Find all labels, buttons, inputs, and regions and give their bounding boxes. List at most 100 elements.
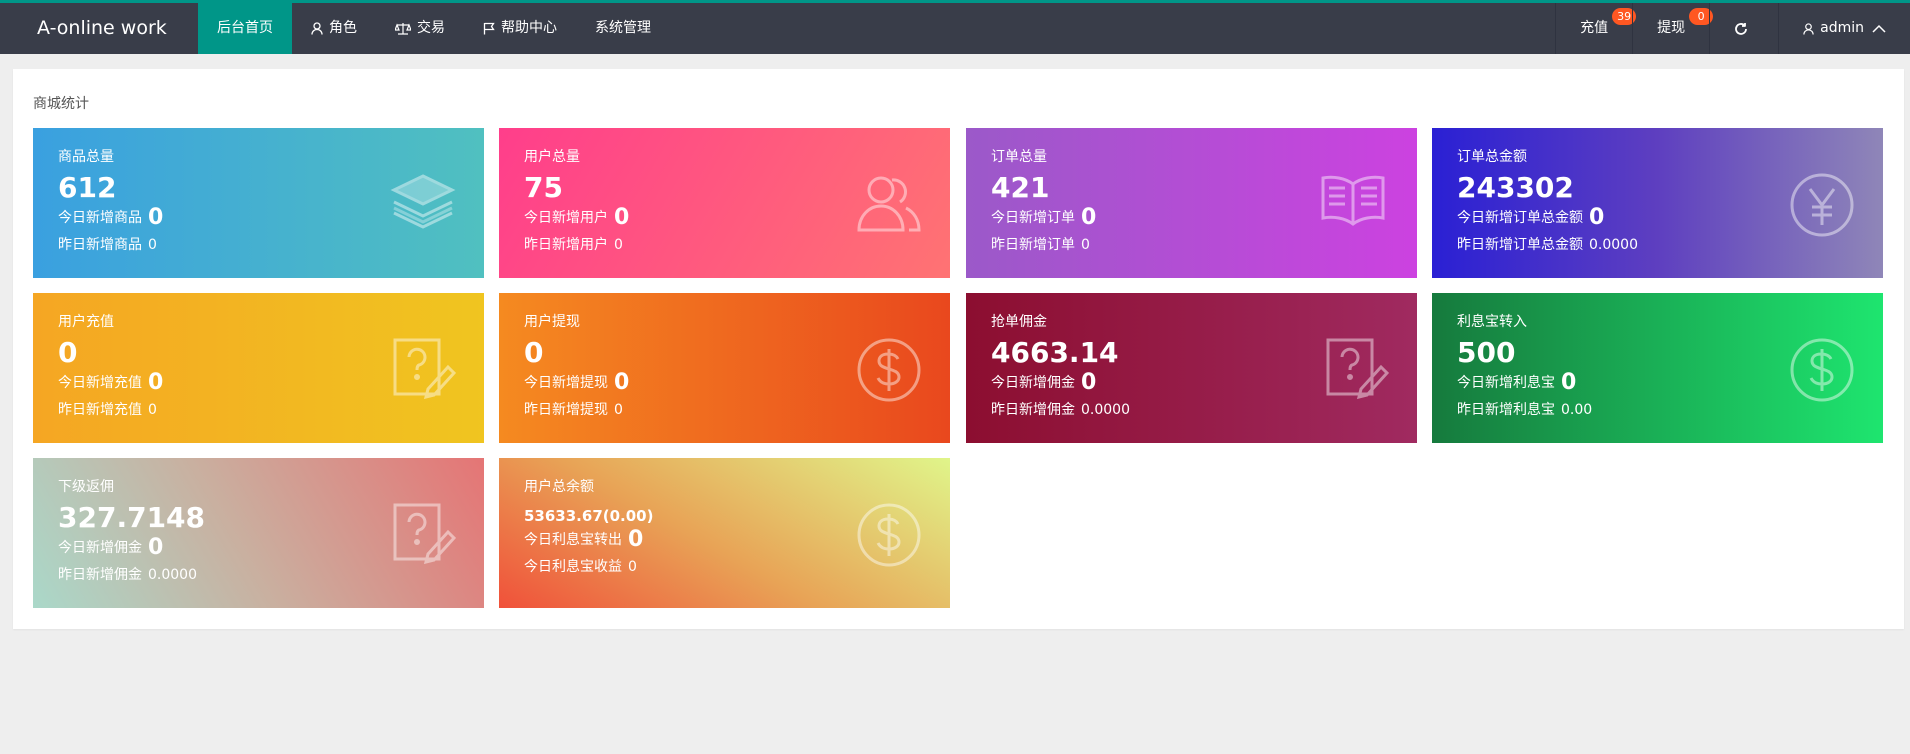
- app-logo[interactable]: A-online work: [37, 3, 167, 54]
- nav-item-label: 角色: [329, 20, 357, 36]
- card-label: 下级返佣: [58, 479, 114, 495]
- withdraw-button[interactable]: 提现 0: [1632, 3, 1714, 54]
- card-yesterday: 昨日新增佣金 0.0000: [991, 400, 1392, 420]
- dollar-icon: [856, 502, 922, 572]
- card-today-label: 今日新增佣金: [58, 540, 142, 556]
- dollar-icon: [856, 337, 922, 407]
- card-yesterday-label: 昨日新增提现: [524, 402, 608, 418]
- card-today-value: 0: [148, 535, 164, 560]
- recharge-label: 充值: [1580, 20, 1609, 36]
- card-yesterday: 昨日新增订单 0: [991, 235, 1392, 255]
- user-menu[interactable]: admin: [1778, 3, 1910, 54]
- card-today-value: 0: [1589, 205, 1605, 230]
- dollar-icon: [1789, 337, 1855, 407]
- nav-item-roles[interactable]: 角色: [292, 3, 376, 54]
- card-today-value: 0: [148, 205, 164, 230]
- card-yesterday-value: 0: [614, 237, 623, 253]
- top-navbar: A-online work 后台首页 角色 交易 帮助中心 系统管理 充值 39…: [0, 0, 1910, 54]
- card-yesterday-label: 昨日新增佣金: [991, 402, 1075, 418]
- stat-card-5: 用户充值 0 今日新增充值 0 昨日新增充值 0: [33, 293, 484, 443]
- card-label: 商品总量: [58, 149, 114, 165]
- main-nav: 后台首页 角色 交易 帮助中心 系统管理: [198, 3, 670, 54]
- panel-title: 商城统计: [33, 96, 89, 112]
- card-today-label: 今日新增充值: [58, 375, 142, 391]
- nav-item-dashboard[interactable]: 后台首页: [198, 3, 292, 54]
- right-nav: 充值 39 提现 0 admin: [1555, 3, 1910, 54]
- stat-card-8: 利息宝转入 500 今日新增利息宝 0 昨日新增利息宝 0.00: [1432, 293, 1883, 443]
- card-yesterday: 昨日新增佣金 0.0000: [58, 565, 459, 585]
- card-today-value: 0: [1561, 370, 1577, 395]
- card-yesterday: 昨日新增用户 0: [524, 235, 925, 255]
- stat-card-9: 下级返佣 327.7148 今日新增佣金 0 昨日新增佣金 0.0000: [33, 458, 484, 608]
- stat-card-3: 订单总量 421 今日新增订单 0 昨日新增订单 0: [966, 128, 1417, 278]
- nav-item-system[interactable]: 系统管理: [576, 3, 670, 54]
- nav-item-label: 交易: [417, 20, 445, 36]
- card-yesterday-value: 0: [148, 402, 157, 418]
- question-edit-icon: [1325, 337, 1390, 403]
- nav-item-label: 后台首页: [217, 20, 273, 36]
- card-today-label: 今日新增用户: [524, 210, 608, 226]
- stat-card-2: 用户总量 75 今日新增用户 0 昨日新增用户 0: [499, 128, 950, 278]
- card-yesterday: 昨日新增商品 0: [58, 235, 459, 255]
- card-today-value: 0: [614, 370, 630, 395]
- card-label: 利息宝转入: [1457, 314, 1527, 330]
- nav-item-trade[interactable]: 交易: [376, 3, 464, 54]
- refresh-button[interactable]: [1709, 3, 1778, 54]
- card-yesterday-value: 0: [1081, 237, 1090, 253]
- users-icon: [856, 172, 922, 238]
- refresh-icon: [1735, 22, 1748, 35]
- stat-card-7: 抢单佣金 4663.14 今日新增佣金 0 昨日新增佣金 0.0000: [966, 293, 1417, 443]
- card-today-value: 0: [1081, 205, 1097, 230]
- card-yesterday-value: 0: [628, 559, 637, 575]
- nav-item-label: 系统管理: [595, 20, 651, 36]
- card-yesterday-label: 昨日新增商品: [58, 237, 142, 253]
- card-yesterday-value: 0.0000: [1081, 402, 1130, 418]
- user-icon: [311, 22, 323, 35]
- card-yesterday-value: 0: [148, 237, 157, 253]
- chevron-up-icon: [1872, 24, 1886, 33]
- flag-icon: [483, 22, 495, 35]
- card-today-value: 0: [614, 205, 630, 230]
- card-yesterday-value: 0: [614, 402, 623, 418]
- card-label: 订单总金额: [1457, 149, 1527, 165]
- card-today-value: 0: [628, 527, 644, 552]
- card-today-label: 今日新增佣金: [991, 375, 1075, 391]
- layers-icon: [390, 172, 456, 238]
- card-yesterday-label: 昨日新增利息宝: [1457, 402, 1555, 418]
- withdraw-label: 提现: [1657, 20, 1686, 36]
- card-yesterday-label: 昨日新增订单总金额: [1457, 237, 1583, 253]
- card-label: 用户总余额: [524, 479, 594, 495]
- card-today-value: 0: [1081, 370, 1097, 395]
- card-yesterday-value: 0.0000: [1589, 237, 1638, 253]
- card-yesterday: 昨日新增充值 0: [58, 400, 459, 420]
- card-yesterday-label: 昨日新增充值: [58, 402, 142, 418]
- card-yesterday-label: 今日利息宝收益: [524, 559, 622, 575]
- user-icon: [1803, 22, 1814, 35]
- stat-card-1: 商品总量 612 今日新增商品 0 昨日新增商品 0: [33, 128, 484, 278]
- card-label: 抢单佣金: [991, 314, 1047, 330]
- stat-card-4: 订单总金额 243302 今日新增订单总金额 0 昨日新增订单总金额 0.0000: [1432, 128, 1883, 278]
- question-edit-icon: [392, 337, 457, 403]
- card-today-label: 今日新增提现: [524, 375, 608, 391]
- yen-icon: [1789, 172, 1855, 242]
- user-name: admin: [1820, 20, 1864, 36]
- stat-card-6: 用户提现 0 今日新增提现 0 昨日新增提现 0: [499, 293, 950, 443]
- card-today-label: 今日新增利息宝: [1457, 375, 1555, 391]
- stat-card-10: 用户总余额 53633.67(0.00) 今日利息宝转出 0 今日利息宝收益 0: [499, 458, 950, 608]
- card-today-label: 今日利息宝转出: [524, 532, 622, 548]
- card-label: 用户提现: [524, 314, 580, 330]
- card-yesterday-label: 昨日新增订单: [991, 237, 1075, 253]
- card-yesterday-label: 昨日新增佣金: [58, 567, 142, 583]
- card-today-label: 今日新增订单总金额: [1457, 210, 1583, 226]
- scale-icon: [395, 23, 411, 35]
- nav-item-help[interactable]: 帮助中心: [464, 3, 576, 54]
- nav-item-label: 帮助中心: [501, 20, 557, 36]
- book-icon: [1317, 172, 1389, 234]
- recharge-button[interactable]: 充值 39: [1555, 3, 1637, 54]
- card-today-value: 0: [148, 370, 164, 395]
- card-today-label: 今日新增订单: [991, 210, 1075, 226]
- card-label: 用户充值: [58, 314, 114, 330]
- question-edit-icon: [392, 502, 457, 568]
- card-yesterday-label: 昨日新增用户: [524, 237, 608, 253]
- card-label: 订单总量: [991, 149, 1047, 165]
